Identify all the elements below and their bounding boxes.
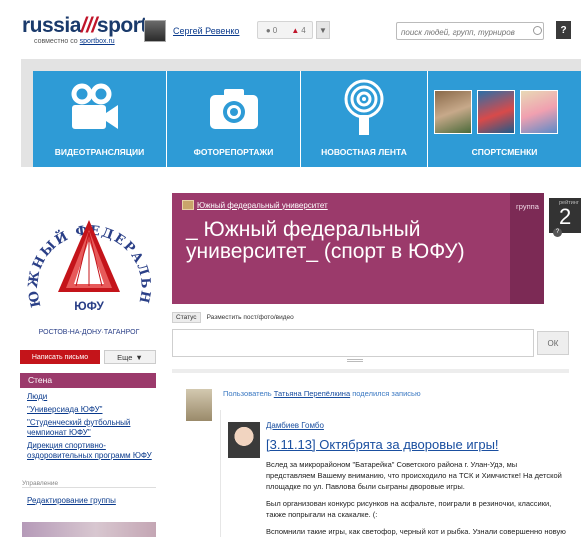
sportswoman-photo[interactable]	[520, 90, 558, 134]
tab-status[interactable]: Статус	[172, 312, 201, 323]
tile-video-label: ВИДЕОТРАНСЛЯЦИИ	[54, 147, 145, 157]
group-type-label: группа	[510, 193, 544, 304]
tile-news-label: НОВОСТНАЯ ЛЕНТА	[321, 147, 407, 157]
post-paragraph: Вслед за микрорайоном "Батарейка" Советс…	[266, 460, 562, 491]
resize-handle[interactable]	[347, 359, 363, 362]
tile-sportswomen[interactable]: СПОРТСМЕНКИ	[428, 71, 581, 167]
sharer-name-link[interactable]: Татьяна Перепёлкина	[274, 389, 350, 398]
logo-text-russia: russia	[22, 14, 81, 37]
divider	[172, 369, 569, 373]
write-message-button[interactable]: Написать письмо	[20, 350, 100, 364]
sidebar-item-universiade[interactable]: "Универсиада ЮФУ"	[27, 405, 152, 415]
sidebar-section-label: Управление	[22, 480, 59, 487]
rating-help-icon[interactable]: ?	[553, 228, 562, 237]
sidebar-nav: Люди "Универсиада ЮФУ" "Студенческий фут…	[27, 392, 152, 464]
warning-icon: ▲	[291, 25, 300, 35]
post-paragraph: Вспомнили такие игры, как светофор, черн…	[266, 527, 566, 536]
breadcrumb: Южный федеральный университет	[182, 200, 328, 210]
sportswoman-photo[interactable]	[477, 90, 515, 134]
group-title: _ Южный федеральный университет_ (спорт …	[186, 218, 465, 263]
sidebar-item-directorate[interactable]: Дирекция спортивно-оздоровительных прогр…	[27, 441, 152, 461]
chevron-down-icon: ▼	[135, 352, 143, 362]
sidebar-thumbnail[interactable]	[22, 522, 156, 537]
more-dropdown-button[interactable]: Еще ▼	[104, 350, 156, 364]
sportswomen-photos	[434, 90, 558, 134]
nav-tiles: ВИДЕОТРАНСЛЯЦИИ ФОТОРЕПОРТАЖИ НОВОСТНАЯ …	[33, 71, 581, 167]
sportbox-link[interactable]: sportbox.ru	[80, 38, 115, 45]
user-menu-dropdown[interactable]: ▼	[316, 21, 330, 39]
video-camera-icon	[71, 83, 118, 129]
edit-group-link[interactable]: Редактирование группы	[27, 496, 116, 505]
alerts-badge[interactable]: ▲ 4	[285, 26, 312, 35]
sportswoman-photo[interactable]	[434, 90, 472, 134]
notification-badges: ● 0 ▲ 4	[257, 21, 313, 39]
tile-photo[interactable]: ФОТОРЕПОРТАЖИ	[167, 71, 301, 167]
message-bubble-icon: ●	[265, 25, 271, 35]
user-avatar[interactable]	[144, 20, 166, 42]
logo-center-text: ЮФУ	[74, 299, 104, 313]
ok-button[interactable]: ОК	[537, 331, 569, 355]
broadcast-icon	[344, 79, 384, 135]
author-name-link[interactable]: Дамбиев Гомбо	[266, 421, 324, 430]
tab-post[interactable]: Разместить пост/фото/видео	[207, 314, 294, 321]
logo-subtitle-prefix: совместно со	[34, 38, 78, 45]
site-logo[interactable]: russia///sport	[22, 14, 147, 38]
photo-camera-icon	[210, 89, 258, 129]
university-icon	[182, 200, 194, 210]
post-meta-prefix: Пользователь	[223, 389, 272, 398]
logo-subtitle: совместно со sportbox.ru	[34, 38, 115, 45]
post-body: Вслед за микрорайоном "Батарейка" Советс…	[266, 459, 566, 537]
group-logo: ЮЖНЫЙ ФЕДЕРАЛЬНЫЙ УНИВЕРСИТЕТ ЮФУ РОСТОВ…	[18, 192, 155, 338]
sidebar-item-people[interactable]: Люди	[27, 392, 152, 402]
help-button[interactable]: ?	[556, 21, 571, 39]
logo-city-text: РОСТОВ-НА-ДОНУ·ТАГАНРОГ	[39, 329, 140, 336]
breadcrumb-link[interactable]: Южный федеральный университет	[197, 201, 328, 210]
status-textarea[interactable]	[172, 329, 534, 357]
post-paragraph: Был организован конкурс рисунков на асфа…	[266, 499, 552, 519]
more-label: Еще	[117, 352, 133, 362]
post-meta: Пользователь Татьяна Перепёлкина поделил…	[223, 389, 421, 398]
logo-slash: ///	[80, 14, 98, 37]
tile-sportswomen-label: СПОРТСМЕНКИ	[471, 147, 538, 157]
search-icon[interactable]	[533, 26, 542, 35]
rating-badge: рейтинг 2	[549, 198, 581, 233]
tile-news[interactable]: НОВОСТНАЯ ЛЕНТА	[301, 71, 428, 167]
top-header: russia///sport совместно со sportbox.ru …	[0, 0, 581, 56]
sidebar-divider	[22, 487, 156, 488]
logo-text-sport: sport	[96, 14, 148, 37]
search-input[interactable]	[396, 22, 544, 40]
post-title-link[interactable]: [3.11.13] Октябрята за дворовые игры!	[266, 437, 499, 452]
alerts-count: 4	[301, 25, 306, 35]
rating-value: 2	[559, 204, 572, 229]
tile-photo-label: ФОТОРЕПОРТАЖИ	[193, 147, 274, 157]
sidebar-wall-header[interactable]: Стена	[20, 373, 156, 388]
tile-video[interactable]: ВИДЕОТРАНСЛЯЦИИ	[33, 71, 167, 167]
post-tabs: Статус Разместить пост/фото/видео	[172, 312, 294, 323]
chevron-down-icon: ▼	[319, 25, 327, 35]
messages-count: 0	[272, 25, 278, 35]
user-name-link[interactable]: Сергей Ревенко	[173, 26, 239, 36]
post-meta-suffix: поделился записью	[352, 389, 421, 398]
sidebar-item-football[interactable]: "Студенческий футбольный чемпионат ЮФУ"	[27, 418, 152, 438]
author-avatar[interactable]	[228, 422, 260, 458]
messages-badge[interactable]: ● 0	[258, 26, 285, 35]
sharer-avatar[interactable]	[186, 389, 212, 421]
group-header: Южный федеральный университет _ Южный фе…	[172, 193, 544, 304]
